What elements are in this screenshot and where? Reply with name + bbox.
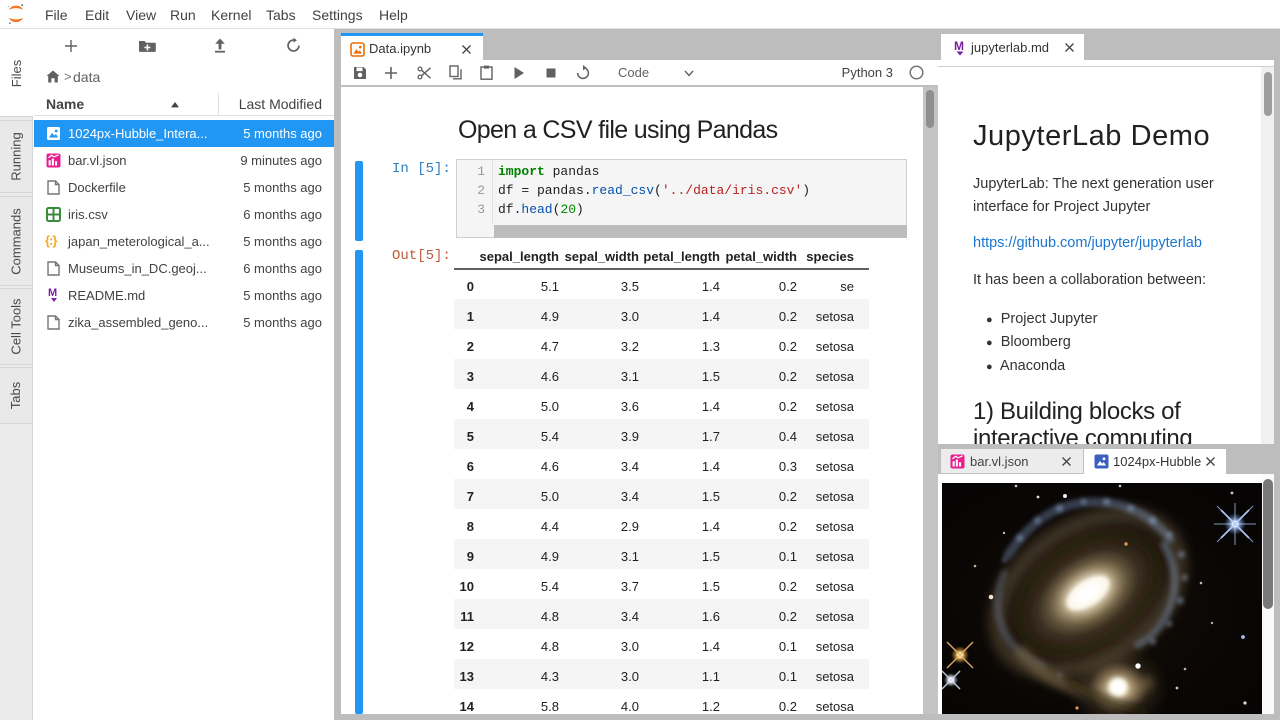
svg-text:M: M — [48, 287, 57, 299]
svg-text:M: M — [954, 40, 964, 53]
